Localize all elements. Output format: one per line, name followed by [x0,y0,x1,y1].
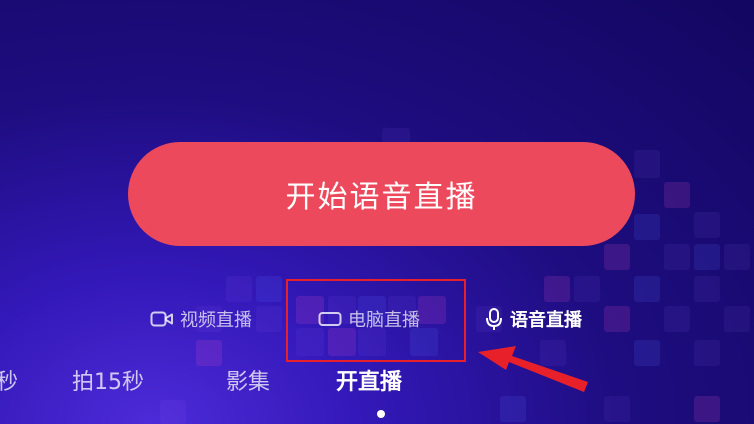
tab-go-live[interactable]: 开直播 [336,366,402,400]
active-tab-indicator [377,410,385,418]
tab-album[interactable]: 影集 [226,366,270,400]
tab-seconds[interactable]: 秒 [0,366,18,400]
tab-shoot-15s[interactable]: 拍15秒 [72,366,144,400]
arrow-annotation [478,346,588,392]
